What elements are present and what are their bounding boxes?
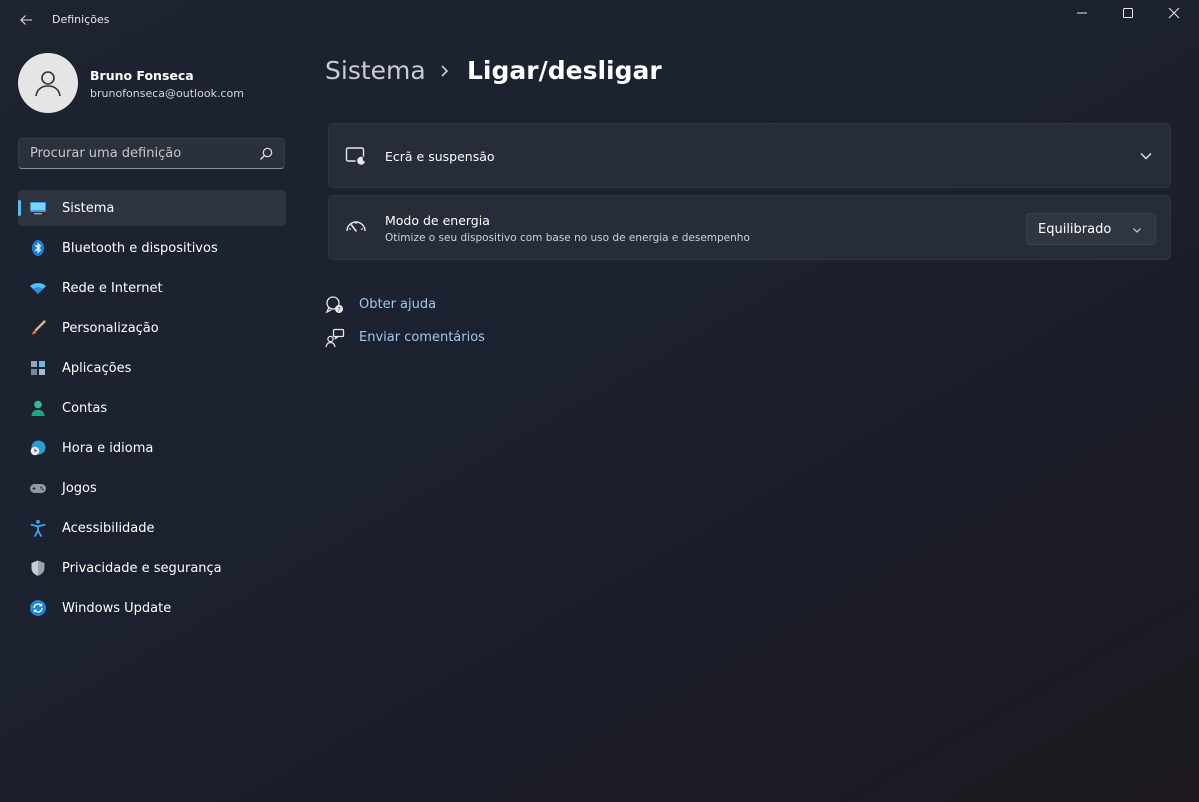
- minimize-icon: [1077, 12, 1087, 14]
- app-title: Definições: [52, 13, 110, 26]
- gamepad-icon: [29, 479, 47, 497]
- shield-icon: [29, 559, 47, 577]
- dropdown-value: Equilibrado: [1038, 222, 1112, 237]
- close-button[interactable]: [1151, 0, 1197, 26]
- gauge-icon: [345, 216, 367, 238]
- sidebar-item-jogos[interactable]: Jogos: [18, 470, 286, 506]
- minimize-button[interactable]: [1059, 0, 1105, 26]
- svg-text:?: ?: [337, 307, 340, 314]
- sidebar-item-label: Personalização: [62, 321, 159, 336]
- sidebar-item-label: Acessibilidade: [62, 521, 155, 536]
- card-title: Modo de energia: [385, 213, 490, 228]
- settings-window: Definições Bruno Fonseca brunofonseca@ou…: [0, 0, 1199, 802]
- user-email: brunofonseca@outlook.com: [90, 87, 244, 100]
- globe-clock-icon: [29, 439, 47, 457]
- chevron-down-icon: [1133, 228, 1141, 233]
- screen-sleep-icon: [345, 145, 367, 167]
- get-help-label: Obter ajuda: [359, 297, 437, 312]
- close-icon: [1168, 7, 1180, 19]
- feedback-icon: [325, 328, 345, 348]
- card-title: Ecrã e suspensão: [385, 149, 495, 164]
- power-mode-dropdown[interactable]: Equilibrado: [1026, 213, 1156, 245]
- sidebar-item-label: Contas: [62, 401, 108, 416]
- system-icon: [29, 199, 47, 217]
- update-icon: [29, 599, 47, 617]
- search-placeholder: Procurar uma definição: [30, 146, 182, 161]
- chevron-down-icon[interactable]: [1138, 148, 1154, 164]
- sidebar-item-privacidade[interactable]: Privacidade e segurança: [18, 550, 286, 586]
- screen-sleep-card[interactable]: Ecrã e suspensão: [328, 123, 1171, 188]
- sidebar-item-hora[interactable]: Hora e idioma: [18, 430, 286, 466]
- brush-icon: [29, 319, 47, 337]
- sidebar-item-label: Jogos: [62, 481, 97, 496]
- breadcrumb-parent[interactable]: Sistema: [325, 56, 426, 85]
- back-button[interactable]: [12, 8, 40, 32]
- sidebar-item-label: Windows Update: [62, 601, 172, 616]
- maximize-button[interactable]: [1105, 0, 1151, 26]
- send-feedback-link[interactable]: Enviar comentários: [325, 327, 525, 349]
- bluetooth-icon: [29, 239, 47, 257]
- title-bar: Definições: [0, 0, 1199, 40]
- active-indicator: [18, 200, 21, 216]
- wifi-icon: [29, 279, 47, 297]
- sidebar-item-label: Aplicações: [62, 361, 132, 376]
- accessibility-icon: [29, 519, 47, 537]
- sidebar-item-label: Sistema: [62, 201, 115, 216]
- sidebar-item-sistema[interactable]: Sistema: [18, 190, 286, 226]
- sidebar-item-acessibilidade[interactable]: Acessibilidade: [18, 510, 286, 546]
- sidebar-item-label: Bluetooth e dispositivos: [62, 241, 218, 256]
- person-avatar-icon: [35, 71, 61, 97]
- sidebar-item-label: Rede e Internet: [62, 281, 163, 296]
- sidebar-item-aplicacoes[interactable]: Aplicações: [18, 350, 286, 386]
- card-subtitle: Otimize o seu dispositivo com base no us…: [385, 232, 750, 244]
- page-title: Ligar/desligar: [467, 56, 662, 85]
- get-help-link[interactable]: ? Obter ajuda: [325, 294, 525, 316]
- send-feedback-label: Enviar comentários: [359, 330, 485, 345]
- sidebar-item-label: Privacidade e segurança: [62, 561, 222, 576]
- maximize-icon: [1123, 8, 1133, 18]
- user-name: Bruno Fonseca: [90, 68, 194, 83]
- sidebar-item-bluetooth[interactable]: Bluetooth e dispositivos: [18, 230, 286, 266]
- sidebar-nav: Sistema Bluetooth e dispositivos Rede e …: [18, 190, 286, 630]
- help-icon: ?: [325, 296, 343, 314]
- power-mode-card: Modo de energia Otimize o seu dispositiv…: [328, 195, 1171, 260]
- sidebar-item-personalizacao[interactable]: Personalização: [18, 310, 286, 346]
- arrow-left-icon: [20, 15, 32, 25]
- chevron-right-icon: [441, 65, 449, 77]
- sidebar-item-windows-update[interactable]: Windows Update: [18, 590, 286, 626]
- apps-icon: [29, 359, 47, 377]
- search-icon[interactable]: [258, 146, 274, 162]
- sidebar-item-rede[interactable]: Rede e Internet: [18, 270, 286, 306]
- sidebar-item-label: Hora e idioma: [62, 441, 154, 456]
- avatar[interactable]: [18, 53, 78, 113]
- person-icon: [29, 399, 47, 417]
- sidebar-item-contas[interactable]: Contas: [18, 390, 286, 426]
- search-input[interactable]: Procurar uma definição: [18, 138, 285, 169]
